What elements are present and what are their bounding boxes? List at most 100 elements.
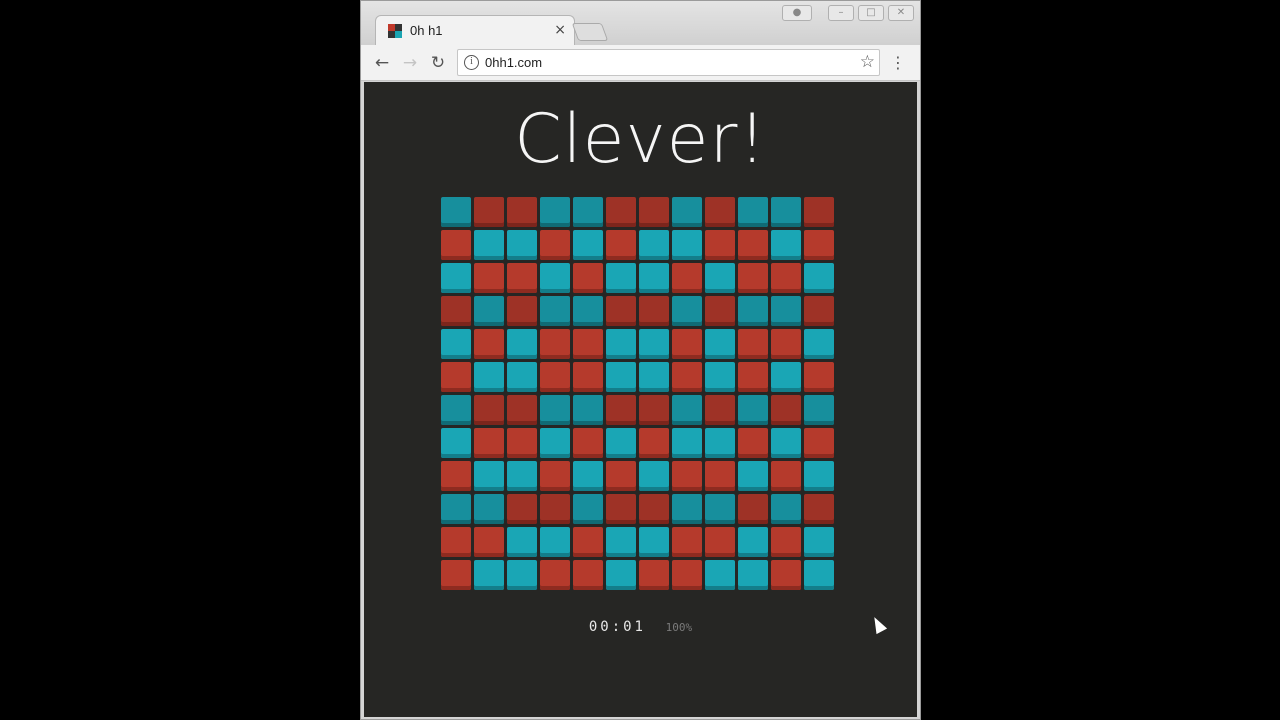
tile-red[interactable] — [507, 428, 537, 458]
kebab-menu-icon[interactable]: ⋮ — [890, 52, 906, 74]
tile-red[interactable] — [474, 263, 504, 293]
tile-red[interactable] — [474, 428, 504, 458]
tile-blue[interactable] — [573, 494, 603, 524]
tile-red[interactable] — [507, 197, 537, 227]
tile-blue[interactable] — [804, 395, 834, 425]
arrow-left-icon[interactable]: ← — [371, 52, 393, 74]
tile-red[interactable] — [573, 263, 603, 293]
tile-red[interactable] — [705, 395, 735, 425]
tile-red[interactable] — [738, 362, 768, 392]
tile-red[interactable] — [672, 362, 702, 392]
tile-red[interactable] — [540, 329, 570, 359]
tile-red[interactable] — [573, 329, 603, 359]
tile-red[interactable] — [507, 263, 537, 293]
tile-blue[interactable] — [507, 230, 537, 260]
tile-blue[interactable] — [507, 461, 537, 491]
tile-red[interactable] — [540, 560, 570, 590]
minimize-button[interactable]: – — [828, 5, 854, 21]
tile-blue[interactable] — [474, 296, 504, 326]
tile-blue[interactable] — [573, 296, 603, 326]
tile-blue[interactable] — [573, 395, 603, 425]
tile-red[interactable] — [771, 263, 801, 293]
tile-blue[interactable] — [507, 560, 537, 590]
tile-red[interactable] — [639, 395, 669, 425]
tile-red[interactable] — [507, 395, 537, 425]
tile-red[interactable] — [507, 296, 537, 326]
tile-red[interactable] — [672, 527, 702, 557]
profile-icon[interactable]: ● — [782, 5, 812, 21]
tile-red[interactable] — [507, 494, 537, 524]
maximize-button[interactable]: □ — [858, 5, 884, 21]
tile-blue[interactable] — [606, 527, 636, 557]
tile-blue[interactable] — [639, 461, 669, 491]
tile-red[interactable] — [738, 263, 768, 293]
tile-blue[interactable] — [540, 296, 570, 326]
tile-blue[interactable] — [804, 560, 834, 590]
tile-blue[interactable] — [672, 395, 702, 425]
tile-blue[interactable] — [540, 263, 570, 293]
tile-red[interactable] — [639, 197, 669, 227]
tile-red[interactable] — [573, 560, 603, 590]
tile-red[interactable] — [672, 461, 702, 491]
tile-blue[interactable] — [771, 362, 801, 392]
tile-blue[interactable] — [474, 230, 504, 260]
tile-blue[interactable] — [672, 428, 702, 458]
tile-blue[interactable] — [474, 494, 504, 524]
tile-blue[interactable] — [672, 230, 702, 260]
tile-blue[interactable] — [639, 263, 669, 293]
tile-blue[interactable] — [804, 527, 834, 557]
tile-red[interactable] — [705, 527, 735, 557]
tile-blue[interactable] — [540, 395, 570, 425]
tile-red[interactable] — [441, 230, 471, 260]
tile-red[interactable] — [738, 230, 768, 260]
tile-blue[interactable] — [672, 197, 702, 227]
tile-blue[interactable] — [705, 263, 735, 293]
tile-red[interactable] — [705, 296, 735, 326]
tile-blue[interactable] — [507, 527, 537, 557]
tile-red[interactable] — [474, 395, 504, 425]
tile-blue[interactable] — [507, 329, 537, 359]
tile-blue[interactable] — [804, 329, 834, 359]
tile-blue[interactable] — [540, 197, 570, 227]
tile-blue[interactable] — [441, 428, 471, 458]
tile-red[interactable] — [441, 296, 471, 326]
reload-icon[interactable]: ↻ — [427, 52, 449, 74]
tile-red[interactable] — [804, 362, 834, 392]
tile-blue[interactable] — [771, 197, 801, 227]
tile-blue[interactable] — [705, 428, 735, 458]
tile-blue[interactable] — [441, 494, 471, 524]
tile-blue[interactable] — [540, 428, 570, 458]
tile-red[interactable] — [639, 428, 669, 458]
tile-blue[interactable] — [738, 296, 768, 326]
tile-blue[interactable] — [573, 461, 603, 491]
tile-blue[interactable] — [474, 461, 504, 491]
tile-blue[interactable] — [738, 560, 768, 590]
tile-red[interactable] — [804, 296, 834, 326]
tile-blue[interactable] — [474, 560, 504, 590]
tile-red[interactable] — [474, 329, 504, 359]
tile-red[interactable] — [606, 230, 636, 260]
tab-0hh1[interactable]: 0h h1 × — [375, 15, 575, 45]
tile-red[interactable] — [540, 362, 570, 392]
tile-blue[interactable] — [474, 362, 504, 392]
tile-blue[interactable] — [738, 461, 768, 491]
tile-red[interactable] — [705, 197, 735, 227]
tile-red[interactable] — [639, 494, 669, 524]
tile-red[interactable] — [441, 461, 471, 491]
tile-red[interactable] — [639, 560, 669, 590]
tile-red[interactable] — [606, 197, 636, 227]
tile-blue[interactable] — [441, 197, 471, 227]
tile-red[interactable] — [540, 461, 570, 491]
tile-blue[interactable] — [672, 296, 702, 326]
tile-blue[interactable] — [606, 428, 636, 458]
tile-blue[interactable] — [573, 197, 603, 227]
tile-red[interactable] — [606, 494, 636, 524]
tile-blue[interactable] — [606, 560, 636, 590]
tile-blue[interactable] — [639, 329, 669, 359]
tile-blue[interactable] — [771, 428, 801, 458]
tile-blue[interactable] — [540, 527, 570, 557]
tile-blue[interactable] — [606, 329, 636, 359]
tile-blue[interactable] — [606, 362, 636, 392]
address-bar[interactable]: i 0hh1.com ☆ — [457, 49, 880, 76]
tile-red[interactable] — [606, 461, 636, 491]
